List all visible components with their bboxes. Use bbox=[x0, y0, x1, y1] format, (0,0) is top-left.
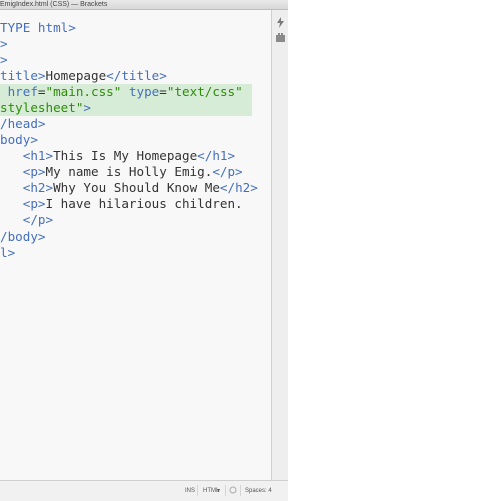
divider bbox=[197, 485, 198, 496]
chevron-down-icon: ▾ bbox=[217, 488, 221, 494]
code-token: "main.css" bbox=[45, 84, 122, 99]
code-line[interactable]: /head> bbox=[0, 116, 46, 132]
code-line[interactable]: > bbox=[0, 36, 8, 52]
insert-mode-indicator[interactable]: INS bbox=[185, 487, 195, 495]
code-token: Homepage bbox=[45, 68, 107, 83]
code-token: href bbox=[0, 84, 38, 99]
code-token: I have hilarious children. bbox=[45, 196, 243, 211]
lightning-icon bbox=[277, 17, 284, 28]
code-line[interactable]: l> bbox=[0, 245, 15, 261]
code-token: Why You Should Know Me bbox=[53, 180, 220, 195]
code-token: /body> bbox=[0, 229, 46, 244]
code-line[interactable]: <h2>Why You Should Know Me</h2> bbox=[0, 180, 258, 196]
toolbar-right bbox=[271, 10, 289, 480]
code-token: = bbox=[159, 84, 167, 99]
code-line[interactable]: body> bbox=[0, 132, 38, 148]
window-title: EmigIndex.html (CSS) — Brackets bbox=[0, 0, 288, 10]
code-line[interactable]: > bbox=[0, 52, 8, 68]
code-line[interactable]: <h1>This Is My Homepage</h1> bbox=[0, 148, 235, 164]
code-token: l> bbox=[0, 245, 16, 260]
code-token: <p> bbox=[22, 196, 46, 211]
code-token: <h2> bbox=[22, 180, 54, 195]
code-line[interactable]: stylesheet"> bbox=[0, 100, 252, 116]
code-editor[interactable]: TYPE html> > > title>Homepage</title> href=… bbox=[0, 10, 271, 480]
live-preview-icon[interactable] bbox=[275, 17, 286, 28]
linter-status-icon[interactable] bbox=[229, 486, 237, 497]
divider bbox=[240, 485, 241, 496]
code-token: This Is My Homepage bbox=[53, 148, 198, 163]
code-token: type bbox=[128, 84, 160, 99]
code-token: "text/css" bbox=[166, 84, 243, 99]
puzzle-icon bbox=[276, 33, 285, 42]
code-token: TYPE html> bbox=[0, 20, 76, 35]
code-line[interactable]: <p>My name is Holly Emig.</p> bbox=[0, 164, 243, 180]
extension-manager-icon[interactable] bbox=[275, 32, 286, 43]
code-line[interactable]: <p>I have hilarious children. bbox=[0, 196, 243, 212]
divider bbox=[225, 485, 226, 496]
code-line[interactable]: title>Homepage</title> bbox=[0, 68, 167, 84]
code-token: <h1> bbox=[22, 148, 54, 163]
desktop-background bbox=[288, 0, 500, 500]
code-token: body> bbox=[0, 132, 38, 147]
code-token: </h1> bbox=[197, 148, 236, 163]
code-token: > bbox=[0, 52, 8, 67]
code-token: </title> bbox=[106, 68, 167, 83]
code-line[interactable]: </p> bbox=[0, 212, 53, 228]
status-bar: INS HTML ▾ Spaces: 4 bbox=[0, 480, 288, 501]
code-token: = bbox=[37, 84, 46, 99]
code-token: stylesheet" bbox=[0, 100, 84, 115]
code-line[interactable]: TYPE html> bbox=[0, 20, 76, 36]
code-line[interactable]: href="main.css" type="text/css" bbox=[0, 84, 252, 100]
code-token: > bbox=[0, 36, 8, 51]
code-token: /head> bbox=[0, 116, 46, 131]
code-token: </p> bbox=[22, 212, 54, 227]
code-token: > bbox=[83, 100, 91, 115]
indent-setting[interactable]: Spaces: 4 bbox=[245, 487, 272, 495]
code-token: <p> bbox=[22, 164, 46, 179]
code-token: </h2> bbox=[219, 180, 258, 195]
code-line[interactable]: /body> bbox=[0, 229, 46, 245]
code-token: </p> bbox=[212, 164, 243, 179]
code-token: My name is Holly Emig. bbox=[45, 164, 213, 179]
code-token: title> bbox=[0, 68, 46, 83]
